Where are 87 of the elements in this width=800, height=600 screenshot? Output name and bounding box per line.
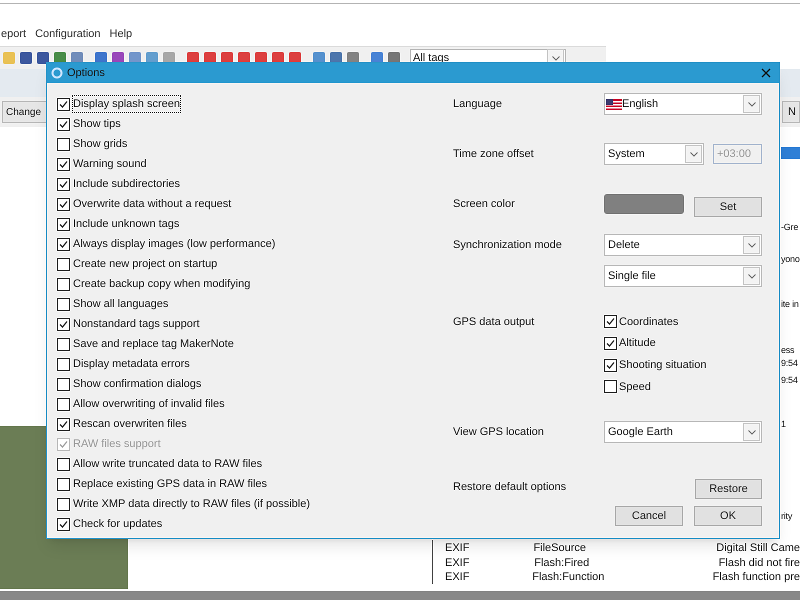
table-cell-text: Flash:Function (532, 570, 606, 584)
dialog-button[interactable]: Cancel (615, 506, 683, 526)
dialog-button[interactable]: OK (694, 506, 762, 526)
checkbox[interactable] (57, 258, 70, 270)
dropdown[interactable]: Single file (604, 265, 762, 287)
setting-label: GPS data output (453, 315, 536, 330)
dropdown-value: All tags (412, 50, 450, 66)
checkbox-label: Shooting situation (619, 358, 706, 373)
table-cell-text: Flash function pre (712, 570, 800, 584)
checkbox[interactable] (57, 378, 70, 390)
checkbox-label: Allow write truncated data to RAW files (72, 456, 264, 472)
setting-label: Restore default options (453, 480, 568, 495)
checkbox[interactable] (57, 298, 70, 310)
dialog-button[interactable]: Set (694, 197, 762, 218)
background-text: -Gre (781, 221, 800, 234)
table-cell-text: EXIF (444, 570, 470, 584)
setting-label: Synchronization mode (453, 238, 563, 253)
checkbox[interactable] (57, 338, 70, 350)
checkbox-label: Show tips (72, 116, 122, 132)
checkbox-label: Altitude (619, 336, 656, 352)
checkbox-label: RAW files support (72, 436, 162, 452)
checkbox-label: Coordinates (619, 314, 678, 330)
checkbox[interactable] (57, 398, 70, 410)
setting-label: Language (453, 97, 503, 112)
table-cell-text: Flash did not fire (718, 556, 800, 569)
checkbox[interactable] (57, 138, 70, 150)
dropdown[interactable]: System (604, 143, 704, 165)
checkbox[interactable] (604, 380, 617, 394)
background-text: 9:54 (781, 374, 799, 386)
table-cell-text: Flash:Fired (534, 556, 590, 569)
dropdown-value: Single file (607, 268, 657, 284)
background-text: rity (781, 510, 794, 523)
checkbox[interactable] (57, 458, 70, 470)
menu-item[interactable]: eport (1, 28, 26, 46)
checkbox-label: Show confirmation dialogs (72, 376, 202, 392)
checkbox[interactable] (57, 278, 70, 290)
checkbox[interactable] (57, 358, 70, 370)
checkbox-label: Show grids (72, 136, 128, 152)
toolbar-button[interactable]: N (782, 101, 800, 123)
table-cell-text: FileSource (533, 541, 588, 554)
checkbox-label: Show all languages (72, 296, 170, 312)
checkbox-label: Nonstandard tags support (72, 316, 201, 332)
setting-label: View GPS location (453, 425, 545, 440)
dialog-title: Options (67, 66, 106, 81)
checkbox-label: Speed (619, 380, 651, 395)
checkbox-label: Always display images (low performance) (72, 236, 276, 252)
checkbox-label: Include subdirectories (72, 176, 182, 192)
checkbox-label: Create new project on startup (72, 256, 218, 272)
background-text: 1 (781, 418, 787, 431)
checkbox-label: Display splash screen (72, 94, 181, 114)
background-text: ite in (781, 298, 800, 311)
setting-label: Time zone offset (453, 147, 535, 162)
flag-icon (606, 98, 622, 110)
dropdown[interactable]: Google Earth (604, 421, 762, 443)
checkbox-label: Allow overwriting of invalid files (72, 396, 226, 412)
table-cell-text: EXIF (444, 556, 470, 569)
dropdown-value: System (607, 146, 646, 162)
setting-label: Screen color (453, 197, 516, 212)
close-icon[interactable] (761, 68, 771, 78)
table-cell-text: EXIF (444, 541, 470, 554)
menu-item[interactable]: Help (110, 28, 132, 46)
color-swatch[interactable] (604, 194, 684, 214)
menu-item[interactable]: Configuration (35, 28, 101, 46)
dropdown-value: Delete (607, 238, 641, 253)
background-text: yono (781, 252, 800, 266)
checkbox-label: Overwrite data without a request (72, 196, 232, 212)
checkbox-label: Display metadata errors (72, 356, 191, 372)
checkbox-label: Write XMP data directly to RAW files (if possible) (72, 496, 311, 512)
checkbox-label: Rescan overwriten files (72, 416, 188, 432)
checkbox-label: Include unknown tags (72, 216, 180, 232)
change-button[interactable]: Change (2, 101, 48, 123)
checkbox-label: Check for updates (72, 516, 164, 532)
background-text: 9:54 (781, 357, 799, 370)
checkbox-label: Create backup copy when modifying (72, 276, 252, 292)
table-cell-text: Digital Still Came (716, 541, 800, 554)
dropdown[interactable]: Delete (604, 234, 762, 256)
dropdown[interactable]: English (604, 93, 762, 115)
selection-bar (781, 147, 800, 159)
checkbox[interactable] (57, 478, 70, 490)
checkbox-label: Warning sound (72, 156, 148, 172)
checkbox-label: Replace existing GPS data in RAW files (72, 476, 268, 492)
dropdown-value: Google Earth (607, 424, 674, 440)
dialog-button[interactable]: Restore (695, 479, 762, 500)
dropdown-value: English (622, 96, 660, 112)
checkbox-label: Save and replace tag MakerNote (72, 336, 235, 352)
background-text: ess (781, 344, 796, 356)
checkbox[interactable] (57, 498, 70, 510)
